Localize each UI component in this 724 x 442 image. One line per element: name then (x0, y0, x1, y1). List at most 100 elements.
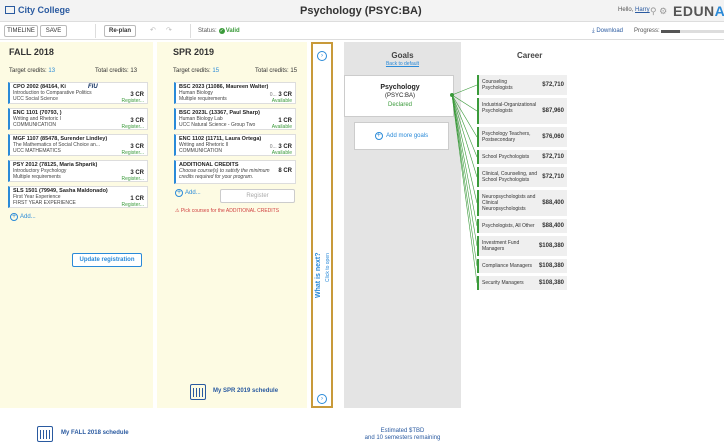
brand-prefix: EDUN (673, 3, 715, 19)
career-salary: $88,400 (542, 222, 564, 229)
career-name: Psychologists, All Other (482, 223, 535, 229)
gear-icon[interactable]: ⚙ (659, 6, 667, 16)
career-name: Security Managers (482, 280, 524, 286)
user-name-link[interactable]: Harry (635, 7, 650, 13)
total-credits: Total credits: 15 (255, 68, 298, 74)
plus-icon: + (10, 213, 18, 221)
edunav-logo: EDUNAV (673, 3, 724, 19)
target-credits-value[interactable]: 13 (48, 68, 55, 74)
calendar-icon[interactable] (190, 384, 206, 400)
chevron-right-icon[interactable]: › (317, 394, 327, 404)
career-salary: $72,710 (542, 81, 564, 88)
career-item[interactable]: Neuropsychologists and Clinical Neuropsy… (477, 190, 567, 216)
career-salary: $108,380 (538, 242, 564, 249)
warning-message: ⚠ Pick courses for the ADDITIONAL CREDIT… (175, 208, 280, 214)
semester-fall-2018: FALL 2018 Target credits: 13 Total credi… (0, 42, 153, 442)
goal-name: Psychology (380, 84, 420, 91)
progress-bar (661, 30, 724, 33)
what-is-next-panel[interactable]: › What is next? Click to open › (311, 42, 333, 408)
update-registration-button[interactable]: Update registration (72, 253, 142, 267)
search-icon[interactable]: ⚲ (650, 6, 657, 16)
greeting: Hello, Harry (618, 7, 650, 13)
course-card[interactable]: BSC 2023L (13367, Paul Sharp) Human Biol… (174, 108, 296, 130)
register-status[interactable]: Register... (121, 150, 144, 156)
calendar-icon[interactable] (37, 426, 53, 442)
career-salary: $72,710 (542, 153, 564, 160)
career-salary: $87,960 (542, 107, 564, 114)
add-course-link[interactable]: + Add... (10, 213, 36, 221)
progress-fill (661, 30, 680, 33)
top-icons: ⚲ ⚙ (650, 6, 667, 17)
spring-schedule-link[interactable]: My SPR 2019 schedule (213, 388, 278, 394)
college-logo[interactable]: City College (5, 5, 70, 15)
register-status[interactable]: Register... (121, 124, 144, 130)
goals-heading: Goals (391, 51, 414, 60)
plus-icon: + (175, 189, 183, 197)
estimate-text: Estimated $TBD and 10 semesters remainin… (364, 428, 441, 441)
career-item[interactable]: Counseling Psychologists $72,710 (477, 75, 567, 95)
chevron-right-icon[interactable]: › (317, 51, 327, 61)
course-card[interactable]: MGF 1107 (85478, Surender Lindley) The M… (8, 134, 148, 156)
career-panel: Career Counseling Psychologists $72,710 In… (477, 42, 724, 408)
target-credits: Target credits: 15 (173, 68, 220, 74)
availability-status: Available (271, 150, 292, 156)
career-name: Psychology Teachers, Postsecondary (482, 131, 531, 143)
goal-code: (PSYC:BA) (384, 93, 415, 99)
replan-button[interactable]: Re-plan (104, 25, 136, 37)
career-item[interactable]: Psychologists, All Other $88,400 (477, 219, 567, 233)
career-item[interactable]: Psychology Teachers, Postsecondary $76,06… (477, 127, 567, 147)
click-to-open-text: Click to open (325, 253, 331, 282)
career-salary: $88,400 (542, 199, 564, 206)
target-credits-value[interactable]: 15 (212, 68, 219, 74)
total-credits: Total credits: 13 (95, 68, 138, 74)
career-item[interactable]: Compliance Managers $108,380 (477, 259, 567, 273)
availability-status: Available (271, 124, 292, 130)
semester-title: FALL 2018 (9, 47, 54, 57)
career-salary: $76,060 (542, 133, 564, 140)
add-course-link[interactable]: + Add... (175, 189, 201, 197)
back-to-default-link[interactable]: Back to default (344, 61, 461, 67)
fall-schedule-link[interactable]: My FALL 2018 schedule (61, 430, 129, 436)
timeline-button[interactable]: TIMELINE (4, 25, 38, 37)
course-card[interactable]: PSY 2012 (78125, Maria Shparik) Introduc… (8, 160, 148, 182)
fiu-logo: FIU (88, 84, 98, 90)
undo-icon[interactable]: ↶ (150, 26, 156, 34)
register-button[interactable]: Register (220, 189, 295, 203)
toolbar-divider (190, 24, 191, 38)
redo-icon[interactable]: ↷ (166, 26, 172, 34)
college-name: City College (18, 5, 71, 15)
course-card[interactable]: BSC 2023 (11086, Maureen Walter) Human B… (174, 82, 296, 104)
download-icon: ⤓ (592, 28, 595, 34)
career-name: Investment Fund Managers (482, 240, 520, 252)
career-item[interactable]: Investment Fund Managers $108,380 (477, 236, 567, 256)
register-status[interactable]: Register... (121, 98, 144, 104)
add-more-goals-button[interactable]: + Add more goals (354, 122, 449, 150)
status-value: Valid (225, 28, 240, 34)
brand-suffix: AV (714, 3, 724, 19)
goal-card[interactable]: Psychology (PSYC:BA) Declared (344, 75, 454, 117)
save-button[interactable]: SAVE (40, 25, 67, 37)
additional-credits-card[interactable]: ADDITIONAL CREDITS Choose course(s) to s… (174, 160, 296, 184)
career-salary: $108,380 (538, 279, 564, 286)
career-name: School Psychologists (482, 154, 530, 160)
goal-status: Declared (387, 102, 412, 108)
register-status[interactable]: Register... (121, 176, 144, 182)
course-card[interactable]: ENC 1102 (11711, Laura Ortega) Writing a… (174, 134, 296, 156)
target-credits: Target credits: 13 (9, 68, 56, 74)
course-card[interactable]: SLS 1501 (79949, Sasha Maldonado) First … (8, 186, 148, 208)
course-card[interactable]: ENC 1101 (70793, ) Writing and Rhetoric … (8, 108, 148, 130)
check-icon: ✓ (218, 28, 225, 34)
register-status[interactable]: Register... (121, 202, 144, 208)
career-item[interactable]: Security Managers $108,380 (477, 276, 567, 290)
career-name: Counseling Psychologists (482, 79, 513, 91)
career-item[interactable]: Industrial-Organizational Psychologists $… (477, 98, 567, 124)
career-item[interactable]: Clinical, Counseling, and School Psychol… (477, 167, 567, 187)
download-link[interactable]: ⤓ Download (592, 28, 623, 35)
course-card[interactable]: CPO 2002 (84164, Ki Introduction to Comp… (8, 82, 148, 104)
toolbar-divider (95, 24, 96, 38)
toolbar: TIMELINE SAVE Re-plan ↶ ↷ Status: ✓ Valid … (0, 22, 724, 40)
career-name: Clinical, Counseling, and School Psychol… (482, 171, 538, 183)
semester-title: SPR 2019 (173, 47, 215, 57)
career-salary: $72,710 (542, 173, 564, 180)
career-item[interactable]: School Psychologists $72,710 (477, 150, 567, 164)
